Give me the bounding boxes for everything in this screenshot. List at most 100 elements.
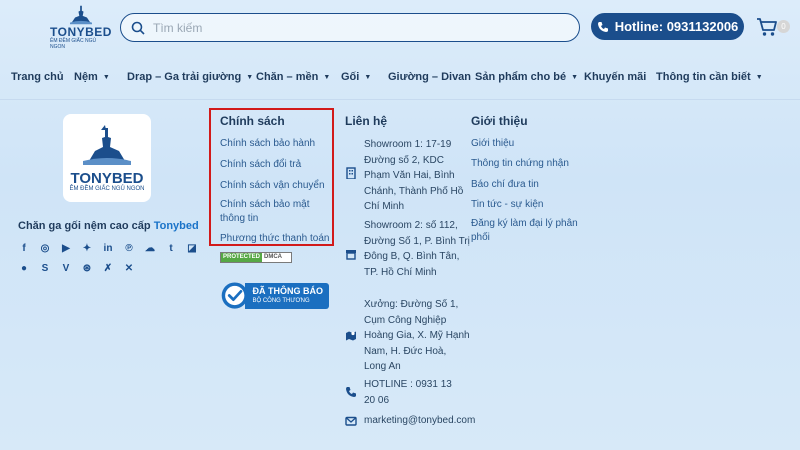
phone-icon (597, 21, 608, 32)
brand-tagline: Chăn ga gối nệm cao cấp Tonybed (18, 220, 199, 232)
contact-factory: Xưởng: Đường Số 1, Cụm Công Nghiệp Hoàng… (345, 297, 470, 375)
facebook-icon[interactable]: f (18, 243, 30, 255)
logo-subtitle: ÊM ĐỀM GIẤC NGỦ NGON (50, 38, 97, 50)
nav-item-blankets[interactable]: Chăn – mền ▼ (256, 71, 330, 83)
bct-label: ĐÃ THÔNG BÁO BỘ CÔNG THƯƠNG (244, 282, 329, 309)
hotline-button[interactable]: Hotline: 0931132006 (591, 13, 744, 40)
nav-item-pillows[interactable]: Gối ▼ (341, 71, 371, 83)
chevron-down-icon: ▼ (323, 73, 331, 81)
pinterest-icon[interactable]: ℗ (123, 243, 135, 255)
search-bar[interactable] (120, 13, 580, 42)
logo-text: TONYBED (50, 25, 112, 39)
policy-links: Chính sách bảo hành Chính sách đổi trả C… (220, 137, 332, 245)
nav-label: Thông tin cần biết (656, 71, 751, 83)
nav-item-home[interactable]: Trang chủ (11, 71, 64, 83)
policy-link-payment[interactable]: Phương thức thanh toán (220, 232, 332, 245)
youtube-icon[interactable]: ▶ (60, 243, 72, 255)
building-icon (346, 167, 356, 179)
contact-showroom-2: Showroom 2: số 112, Đường Số 1, P. Bình … (345, 218, 470, 280)
policy-link-shipping[interactable]: Chính sách vận chuyển (220, 179, 332, 192)
about-title: Giới thiệu (471, 114, 528, 128)
about-link-dealer[interactable]: Đăng ký làm đại lý phân phối (471, 217, 583, 245)
footer-logo[interactable]: TONYBED ÊM ĐỀM GIẤC NGỦ NGON (63, 114, 151, 202)
nav-item-beds[interactable]: Giường – Divan (388, 71, 471, 83)
contact-email[interactable]: marketing@tonybed.com (345, 413, 485, 429)
nav-label: Gối (341, 71, 360, 83)
linkedin-icon[interactable]: in (102, 243, 114, 255)
instagram-icon[interactable]: ◎ (39, 243, 51, 255)
nav-label: Giường – Divan (388, 71, 472, 83)
policy-link-warranty[interactable]: Chính sách bảo hành (220, 137, 332, 150)
dmca-badge[interactable]: PROTECTED DMCA (220, 252, 292, 263)
site-header: TONYBED ÊM ĐỀM GIẤC NGỦ NGON Hotline: 09… (0, 0, 800, 56)
cart-count-badge: 0 (777, 20, 790, 33)
nav-label: Trang chủ (11, 71, 64, 83)
bct-subtitle: BỘ CÔNG THƯƠNG (252, 298, 310, 304)
nav-item-sheets[interactable]: Drap – Ga trải giường ▼ (127, 71, 253, 83)
map-pin-icon (346, 331, 356, 341)
nav-label: Nệm (74, 71, 98, 83)
policy-title: Chính sách (220, 114, 285, 128)
policy-link-returns[interactable]: Chính sách đổi trả (220, 158, 332, 171)
chevron-down-icon: ▼ (755, 73, 763, 81)
cart-icon[interactable] (756, 16, 778, 38)
hotline-label: Hotline: 0931132006 (614, 19, 739, 34)
vimeo-icon[interactable]: V (60, 263, 72, 275)
xing-icon[interactable]: ✗ (102, 263, 114, 275)
chevron-down-icon: ▼ (246, 73, 254, 81)
skype-icon[interactable]: S (39, 263, 51, 275)
chevron-down-icon: ▼ (364, 73, 372, 81)
factory-address: Xưởng: Đường Số 1, Cụm Công Nghiệp Hoàng… (364, 299, 470, 372)
phone-icon (346, 387, 356, 397)
contact-showroom-1: Showroom 1: 17-19 Đường số 2, KDC Phạm V… (345, 137, 470, 215)
soundcloud-icon[interactable]: ☁ (144, 243, 156, 255)
dribbble-icon[interactable]: ⊛ (81, 263, 93, 275)
nav-divider (0, 99, 800, 100)
about-link-intro[interactable]: Giới thiệu (471, 137, 583, 150)
chevron-down-icon: ▼ (102, 73, 110, 81)
social-row: f ◎ ▶ ✦ in ℗ ☁ t ◪ (18, 243, 208, 255)
about-link-press[interactable]: Báo chí đưa tin (471, 178, 583, 191)
dmca-protected-label: PROTECTED (221, 253, 263, 262)
twitter-icon[interactable]: ✦ (81, 243, 93, 255)
tagline-brand: Tonybed (153, 220, 199, 232)
search-input[interactable] (153, 20, 553, 35)
bct-badge[interactable]: ĐÃ THÔNG BÁO BỘ CÔNG THƯƠNG (221, 276, 329, 315)
social-links: f ◎ ▶ ✦ in ℗ ☁ t ◪ ● S V ⊛ ✗ ✕ (18, 243, 208, 283)
nav-label: Chăn – mền (256, 71, 319, 83)
policy-link-privacy[interactable]: Chính sách bảo mật thông tin (220, 198, 332, 226)
delicious-icon[interactable]: ◪ (186, 243, 198, 255)
store-icon (346, 250, 356, 260)
nav-label: Drap – Ga trải giường (127, 71, 242, 83)
hotline-number: HOTLINE : 0931 13 20 06 (364, 379, 452, 406)
tagline-text: Chăn ga gối nệm cao cấp (18, 220, 151, 232)
main-nav: Trang chủ Nệm ▼ Drap – Ga trải giường ▼ … (0, 66, 800, 90)
contact-hotline[interactable]: HOTLINE : 0931 13 20 06 (345, 377, 470, 408)
xing-alt-icon[interactable]: ✕ (123, 263, 135, 275)
about-link-news[interactable]: Tin tức - sự kiện (471, 198, 583, 211)
social-row: ● S V ⊛ ✗ ✕ (18, 263, 208, 275)
email-icon (345, 416, 357, 426)
nav-label: Khuyến mãi (584, 71, 647, 83)
about-link-certificates[interactable]: Thông tin chứng nhận (471, 157, 583, 170)
tumblr-icon[interactable]: t (165, 243, 177, 255)
email-address: marketing@tonybed.com (364, 415, 476, 426)
about-links: Giới thiệu Thông tin chứng nhận Báo chí … (471, 137, 583, 245)
chevron-down-icon: ▼ (571, 73, 579, 81)
nav-label: Sản phẩm cho bé (475, 71, 567, 83)
nav-item-info[interactable]: Thông tin cần biết ▼ (656, 71, 763, 83)
footer-logo-subtitle: ÊM ĐỀM GIẤC NGỦ NGON (69, 185, 145, 192)
search-icon[interactable] (131, 21, 145, 35)
statue-logo-icon (70, 5, 92, 25)
nav-item-promotions[interactable]: Khuyến mãi (584, 71, 646, 83)
site-logo[interactable]: TONYBED ÊM ĐỀM GIẤC NGỦ NGON (50, 4, 112, 50)
bct-title: ĐÃ THÔNG BÁO (252, 286, 324, 296)
nav-item-mattress[interactable]: Nệm ▼ (74, 71, 110, 83)
showroom-1-address: Showroom 1: 17-19 Đường số 2, KDC Phạm V… (364, 139, 464, 212)
nav-item-baby[interactable]: Sản phẩm cho bé ▼ (475, 71, 578, 83)
dmca-label: DMCA (264, 254, 283, 260)
reddit-icon[interactable]: ● (18, 263, 30, 275)
footer-logo-text: TONYBED (70, 169, 144, 187)
showroom-2-address: Showroom 2: số 112, Đường Số 1, P. Bình … (364, 220, 470, 278)
contact-title: Liên hệ (345, 114, 388, 128)
